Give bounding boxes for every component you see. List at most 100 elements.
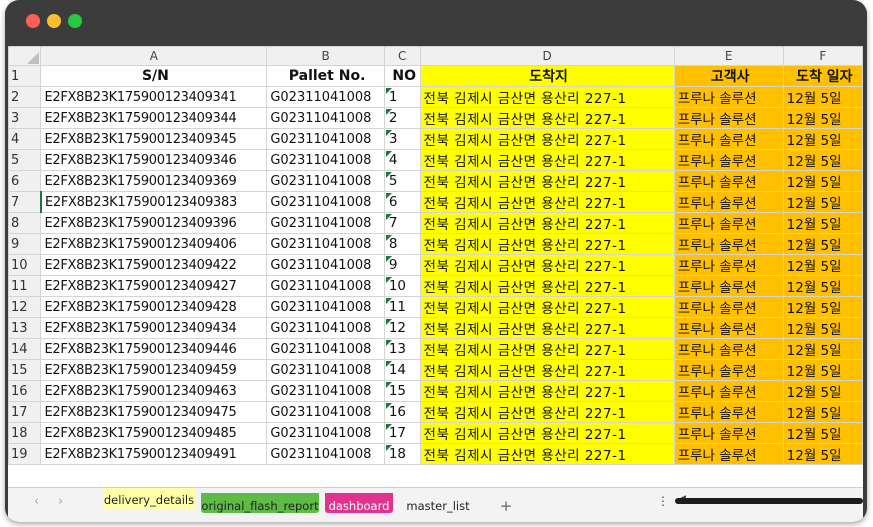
cell-pallet-number[interactable]: G02311041008 xyxy=(266,86,385,108)
cell-no[interactable]: 7 xyxy=(383,212,421,234)
cell-arrival-date[interactable]: 12월 5일 xyxy=(782,338,863,360)
cell-serial-number[interactable]: E2FX8B23K175900123409485 xyxy=(40,422,268,444)
cell-no[interactable]: 18 xyxy=(383,443,421,465)
row-header[interactable]: 11 xyxy=(8,275,42,297)
add-sheet-icon[interactable]: + xyxy=(496,493,516,515)
row-header[interactable]: 8 xyxy=(8,212,42,234)
cell-destination[interactable]: 전북 김제시 금산면 용산리 227-1 xyxy=(419,296,675,318)
cell-pallet-number[interactable]: G02311041008 xyxy=(266,317,385,339)
cell-pallet-number[interactable]: G02311041008 xyxy=(266,443,385,465)
cell-customer[interactable]: 프루나 솔루션 xyxy=(673,443,784,465)
cell-serial-number[interactable]: E2FX8B23K175900123409345 xyxy=(40,128,268,150)
cell-arrival-date[interactable]: 12월 5일 xyxy=(782,212,863,234)
cell-pallet-number[interactable]: G02311041008 xyxy=(266,149,385,171)
cell-no[interactable]: 2 xyxy=(383,107,421,129)
cell-customer[interactable]: 프루나 솔루션 xyxy=(673,338,784,360)
cell-arrival-date[interactable]: 12월 5일 xyxy=(782,149,863,171)
cell-customer[interactable]: 프루나 솔루션 xyxy=(673,296,784,318)
cell-destination[interactable]: 전북 김제시 금산면 용산리 227-1 xyxy=(419,212,675,234)
cell-customer[interactable]: 프루나 솔루션 xyxy=(673,170,784,192)
cell-serial-number[interactable]: E2FX8B23K175900123409459 xyxy=(40,359,268,381)
row-header[interactable]: 7 xyxy=(8,191,42,213)
cell-customer[interactable]: 프루나 솔루션 xyxy=(673,275,784,297)
cell-customer[interactable]: 프루나 솔루션 xyxy=(673,107,784,129)
cell-pallet-number[interactable]: G02311041008 xyxy=(266,338,385,360)
cell-serial-number[interactable]: E2FX8B23K175900123409434 xyxy=(40,317,268,339)
cell-serial-number[interactable]: E2FX8B23K175900123409383 xyxy=(40,191,268,213)
cell-pallet-number[interactable]: G02311041008 xyxy=(266,401,385,423)
cell-arrival-date[interactable]: 12월 5일 xyxy=(782,380,863,402)
maximize-window-button[interactable] xyxy=(68,14,82,28)
cell-serial-number[interactable]: E2FX8B23K175900123409446 xyxy=(40,338,268,360)
cell-pallet-number[interactable]: G02311041008 xyxy=(266,296,385,318)
cell-pallet-number[interactable]: G02311041008 xyxy=(266,380,385,402)
cell-destination[interactable]: 전북 김제시 금산면 용산리 227-1 xyxy=(419,275,675,297)
minimize-window-button[interactable] xyxy=(47,14,61,28)
cell-pallet-number[interactable]: G02311041008 xyxy=(266,233,385,255)
cell-no[interactable]: 8 xyxy=(383,233,421,255)
horizontal-scrollbar[interactable] xyxy=(675,498,863,504)
cell-serial-number[interactable]: E2FX8B23K175900123409427 xyxy=(40,275,268,297)
cell-pallet-number[interactable]: G02311041008 xyxy=(266,359,385,381)
cell-destination[interactable]: 전북 김제시 금산면 용산리 227-1 xyxy=(419,422,675,444)
cell-customer[interactable]: 프루나 솔루션 xyxy=(673,233,784,255)
cell-no[interactable]: 9 xyxy=(383,254,421,276)
cell-arrival-date[interactable]: 12월 5일 xyxy=(782,275,863,297)
cell-customer[interactable]: 프루나 솔루션 xyxy=(673,380,784,402)
row-header[interactable]: 17 xyxy=(8,401,42,423)
cell-customer[interactable]: 프루나 솔루션 xyxy=(673,359,784,381)
cell-customer[interactable]: 프루나 솔루션 xyxy=(673,422,784,444)
cell-destination[interactable]: 전북 김제시 금산면 용산리 227-1 xyxy=(419,317,675,339)
cell-destination[interactable]: 전북 김제시 금산면 용산리 227-1 xyxy=(419,401,675,423)
header-cell-destination[interactable]: 도착지 xyxy=(419,65,675,87)
cell-no[interactable]: 5 xyxy=(383,170,421,192)
header-cell-arrival-date[interactable]: 도착 일자 xyxy=(782,65,863,87)
cell-arrival-date[interactable]: 12월 5일 xyxy=(782,191,863,213)
cell-serial-number[interactable]: E2FX8B23K175900123409475 xyxy=(40,401,268,423)
cell-serial-number[interactable]: E2FX8B23K175900123409346 xyxy=(40,149,268,171)
cell-arrival-date[interactable]: 12월 5일 xyxy=(782,359,863,381)
cell-table[interactable]: A B C D E F 1 S/N Pallet No. NO 도착지 고객사 … xyxy=(8,46,863,465)
row-header[interactable]: 1 xyxy=(8,65,42,87)
more-options-icon[interactable]: ⋮ xyxy=(657,494,669,508)
cell-no[interactable]: 15 xyxy=(383,380,421,402)
cell-serial-number[interactable]: E2FX8B23K175900123409463 xyxy=(40,380,268,402)
row-header[interactable]: 6 xyxy=(8,170,42,192)
cell-destination[interactable]: 전북 김제시 금산면 용산리 227-1 xyxy=(419,338,675,360)
row-header[interactable]: 10 xyxy=(8,254,42,276)
cell-pallet-number[interactable]: G02311041008 xyxy=(266,254,385,276)
row-header[interactable]: 18 xyxy=(8,422,42,444)
cell-arrival-date[interactable]: 12월 5일 xyxy=(782,317,863,339)
cell-pallet-number[interactable]: G02311041008 xyxy=(266,191,385,213)
row-header[interactable]: 9 xyxy=(8,233,42,255)
previous-sheet-icon[interactable]: ‹ xyxy=(34,494,39,509)
cell-serial-number[interactable]: E2FX8B23K175900123409491 xyxy=(40,443,268,465)
cell-no[interactable]: 12 xyxy=(383,317,421,339)
column-header-b[interactable]: B xyxy=(266,46,385,66)
cell-pallet-number[interactable]: G02311041008 xyxy=(266,422,385,444)
cell-serial-number[interactable]: E2FX8B23K175900123409369 xyxy=(40,170,268,192)
cell-customer[interactable]: 프루나 솔루션 xyxy=(673,401,784,423)
cell-no[interactable]: 13 xyxy=(383,338,421,360)
header-cell-pallet[interactable]: Pallet No. xyxy=(266,65,385,87)
cell-no[interactable]: 14 xyxy=(383,359,421,381)
column-header-f[interactable]: F xyxy=(782,46,863,66)
cell-customer[interactable]: 프루나 솔루션 xyxy=(673,149,784,171)
cell-arrival-date[interactable]: 12월 5일 xyxy=(782,296,863,318)
cell-pallet-number[interactable]: G02311041008 xyxy=(266,170,385,192)
cell-serial-number[interactable]: E2FX8B23K175900123409422 xyxy=(40,254,268,276)
cell-destination[interactable]: 전북 김제시 금산면 용산리 227-1 xyxy=(419,149,675,171)
cell-destination[interactable]: 전북 김제시 금산면 용산리 227-1 xyxy=(419,233,675,255)
row-header[interactable]: 14 xyxy=(8,338,42,360)
select-all-corner[interactable] xyxy=(8,46,42,66)
cell-destination[interactable]: 전북 김제시 금산면 용산리 227-1 xyxy=(419,86,675,108)
cell-pallet-number[interactable]: G02311041008 xyxy=(266,212,385,234)
cell-arrival-date[interactable]: 12월 5일 xyxy=(782,170,863,192)
cell-no[interactable]: 17 xyxy=(383,422,421,444)
cell-customer[interactable]: 프루나 솔루션 xyxy=(673,128,784,150)
cell-customer[interactable]: 프루나 솔루션 xyxy=(673,254,784,276)
row-header[interactable]: 2 xyxy=(8,86,42,108)
row-header[interactable]: 3 xyxy=(8,107,42,129)
cell-pallet-number[interactable]: G02311041008 xyxy=(266,275,385,297)
cell-destination[interactable]: 전북 김제시 금산면 용산리 227-1 xyxy=(419,443,675,465)
